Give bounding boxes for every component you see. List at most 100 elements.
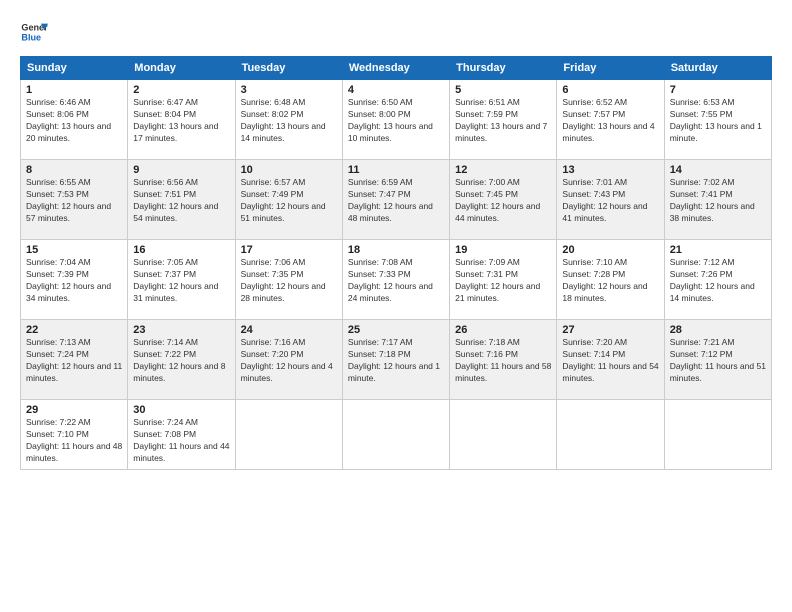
- day-detail: Sunrise: 6:57 AM Sunset: 7:49 PM Dayligh…: [241, 177, 337, 225]
- day-detail: Sunrise: 7:02 AM Sunset: 7:41 PM Dayligh…: [670, 177, 766, 225]
- day-number: 4: [348, 84, 444, 96]
- calendar-cell: 6 Sunrise: 6:52 AM Sunset: 7:57 PM Dayli…: [557, 80, 664, 160]
- day-number: 9: [133, 164, 229, 176]
- day-number: 20: [562, 244, 658, 256]
- calendar-cell: 16 Sunrise: 7:05 AM Sunset: 7:37 PM Dayl…: [128, 240, 235, 320]
- calendar-cell: 13 Sunrise: 7:01 AM Sunset: 7:43 PM Dayl…: [557, 160, 664, 240]
- calendar-cell: 29 Sunrise: 7:22 AM Sunset: 7:10 PM Dayl…: [21, 400, 128, 470]
- day-number: 12: [455, 164, 551, 176]
- calendar-cell: 19 Sunrise: 7:09 AM Sunset: 7:31 PM Dayl…: [450, 240, 557, 320]
- calendar-cell: 26 Sunrise: 7:18 AM Sunset: 7:16 PM Dayl…: [450, 320, 557, 400]
- calendar-cell: 11 Sunrise: 6:59 AM Sunset: 7:47 PM Dayl…: [342, 160, 449, 240]
- day-number: 21: [670, 244, 766, 256]
- day-number: 1: [26, 84, 122, 96]
- day-number: 30: [133, 404, 229, 416]
- logo: General Blue: [20, 18, 48, 46]
- calendar-cell: [235, 400, 342, 470]
- day-number: 26: [455, 324, 551, 336]
- day-detail: Sunrise: 7:01 AM Sunset: 7:43 PM Dayligh…: [562, 177, 658, 225]
- day-detail: Sunrise: 6:47 AM Sunset: 8:04 PM Dayligh…: [133, 97, 229, 145]
- calendar-cell: 30 Sunrise: 7:24 AM Sunset: 7:08 PM Dayl…: [128, 400, 235, 470]
- day-detail: Sunrise: 7:04 AM Sunset: 7:39 PM Dayligh…: [26, 257, 122, 305]
- calendar-cell: 5 Sunrise: 6:51 AM Sunset: 7:59 PM Dayli…: [450, 80, 557, 160]
- calendar-cell: 21 Sunrise: 7:12 AM Sunset: 7:26 PM Dayl…: [664, 240, 771, 320]
- calendar-cell: 25 Sunrise: 7:17 AM Sunset: 7:18 PM Dayl…: [342, 320, 449, 400]
- col-header-sunday: Sunday: [21, 57, 128, 80]
- day-number: 16: [133, 244, 229, 256]
- day-detail: Sunrise: 6:52 AM Sunset: 7:57 PM Dayligh…: [562, 97, 658, 145]
- calendar-table: SundayMondayTuesdayWednesdayThursdayFrid…: [20, 56, 772, 470]
- page-header: General Blue: [20, 18, 772, 46]
- calendar-cell: 14 Sunrise: 7:02 AM Sunset: 7:41 PM Dayl…: [664, 160, 771, 240]
- calendar-cell: 7 Sunrise: 6:53 AM Sunset: 7:55 PM Dayli…: [664, 80, 771, 160]
- day-detail: Sunrise: 7:18 AM Sunset: 7:16 PM Dayligh…: [455, 337, 551, 385]
- day-number: 29: [26, 404, 122, 416]
- day-detail: Sunrise: 7:10 AM Sunset: 7:28 PM Dayligh…: [562, 257, 658, 305]
- day-detail: Sunrise: 7:21 AM Sunset: 7:12 PM Dayligh…: [670, 337, 766, 385]
- calendar-cell: 4 Sunrise: 6:50 AM Sunset: 8:00 PM Dayli…: [342, 80, 449, 160]
- day-number: 18: [348, 244, 444, 256]
- day-number: 10: [241, 164, 337, 176]
- day-detail: Sunrise: 7:00 AM Sunset: 7:45 PM Dayligh…: [455, 177, 551, 225]
- calendar-cell: 28 Sunrise: 7:21 AM Sunset: 7:12 PM Dayl…: [664, 320, 771, 400]
- day-number: 3: [241, 84, 337, 96]
- day-number: 22: [26, 324, 122, 336]
- day-detail: Sunrise: 6:53 AM Sunset: 7:55 PM Dayligh…: [670, 97, 766, 145]
- day-detail: Sunrise: 7:24 AM Sunset: 7:08 PM Dayligh…: [133, 417, 229, 465]
- day-number: 14: [670, 164, 766, 176]
- day-detail: Sunrise: 7:09 AM Sunset: 7:31 PM Dayligh…: [455, 257, 551, 305]
- day-detail: Sunrise: 6:56 AM Sunset: 7:51 PM Dayligh…: [133, 177, 229, 225]
- calendar-cell: 9 Sunrise: 6:56 AM Sunset: 7:51 PM Dayli…: [128, 160, 235, 240]
- calendar-cell: 12 Sunrise: 7:00 AM Sunset: 7:45 PM Dayl…: [450, 160, 557, 240]
- day-number: 28: [670, 324, 766, 336]
- calendar-cell: 8 Sunrise: 6:55 AM Sunset: 7:53 PM Dayli…: [21, 160, 128, 240]
- day-number: 23: [133, 324, 229, 336]
- day-detail: Sunrise: 7:17 AM Sunset: 7:18 PM Dayligh…: [348, 337, 444, 385]
- day-detail: Sunrise: 6:55 AM Sunset: 7:53 PM Dayligh…: [26, 177, 122, 225]
- calendar-cell: 17 Sunrise: 7:06 AM Sunset: 7:35 PM Dayl…: [235, 240, 342, 320]
- day-detail: Sunrise: 6:51 AM Sunset: 7:59 PM Dayligh…: [455, 97, 551, 145]
- day-number: 25: [348, 324, 444, 336]
- day-number: 24: [241, 324, 337, 336]
- day-detail: Sunrise: 7:16 AM Sunset: 7:20 PM Dayligh…: [241, 337, 337, 385]
- calendar-cell: 18 Sunrise: 7:08 AM Sunset: 7:33 PM Dayl…: [342, 240, 449, 320]
- day-number: 19: [455, 244, 551, 256]
- day-number: 27: [562, 324, 658, 336]
- calendar-cell: [664, 400, 771, 470]
- day-number: 7: [670, 84, 766, 96]
- col-header-saturday: Saturday: [664, 57, 771, 80]
- day-detail: Sunrise: 7:13 AM Sunset: 7:24 PM Dayligh…: [26, 337, 122, 385]
- calendar-cell: 24 Sunrise: 7:16 AM Sunset: 7:20 PM Dayl…: [235, 320, 342, 400]
- day-detail: Sunrise: 7:05 AM Sunset: 7:37 PM Dayligh…: [133, 257, 229, 305]
- calendar-cell: 23 Sunrise: 7:14 AM Sunset: 7:22 PM Dayl…: [128, 320, 235, 400]
- day-number: 6: [562, 84, 658, 96]
- svg-text:Blue: Blue: [21, 32, 41, 42]
- day-detail: Sunrise: 6:48 AM Sunset: 8:02 PM Dayligh…: [241, 97, 337, 145]
- calendar-cell: [557, 400, 664, 470]
- calendar-cell: 10 Sunrise: 6:57 AM Sunset: 7:49 PM Dayl…: [235, 160, 342, 240]
- col-header-tuesday: Tuesday: [235, 57, 342, 80]
- day-detail: Sunrise: 7:08 AM Sunset: 7:33 PM Dayligh…: [348, 257, 444, 305]
- day-number: 11: [348, 164, 444, 176]
- day-detail: Sunrise: 7:14 AM Sunset: 7:22 PM Dayligh…: [133, 337, 229, 385]
- day-detail: Sunrise: 7:20 AM Sunset: 7:14 PM Dayligh…: [562, 337, 658, 385]
- day-number: 15: [26, 244, 122, 256]
- calendar-cell: 15 Sunrise: 7:04 AM Sunset: 7:39 PM Dayl…: [21, 240, 128, 320]
- calendar-cell: 2 Sunrise: 6:47 AM Sunset: 8:04 PM Dayli…: [128, 80, 235, 160]
- day-number: 8: [26, 164, 122, 176]
- day-number: 2: [133, 84, 229, 96]
- col-header-wednesday: Wednesday: [342, 57, 449, 80]
- day-detail: Sunrise: 7:12 AM Sunset: 7:26 PM Dayligh…: [670, 257, 766, 305]
- calendar-cell: 1 Sunrise: 6:46 AM Sunset: 8:06 PM Dayli…: [21, 80, 128, 160]
- calendar-cell: [450, 400, 557, 470]
- calendar-cell: 20 Sunrise: 7:10 AM Sunset: 7:28 PM Dayl…: [557, 240, 664, 320]
- day-detail: Sunrise: 7:06 AM Sunset: 7:35 PM Dayligh…: [241, 257, 337, 305]
- day-number: 5: [455, 84, 551, 96]
- day-detail: Sunrise: 6:50 AM Sunset: 8:00 PM Dayligh…: [348, 97, 444, 145]
- logo-icon: General Blue: [20, 18, 48, 46]
- day-number: 17: [241, 244, 337, 256]
- calendar-cell: [342, 400, 449, 470]
- calendar-cell: 27 Sunrise: 7:20 AM Sunset: 7:14 PM Dayl…: [557, 320, 664, 400]
- col-header-thursday: Thursday: [450, 57, 557, 80]
- col-header-monday: Monday: [128, 57, 235, 80]
